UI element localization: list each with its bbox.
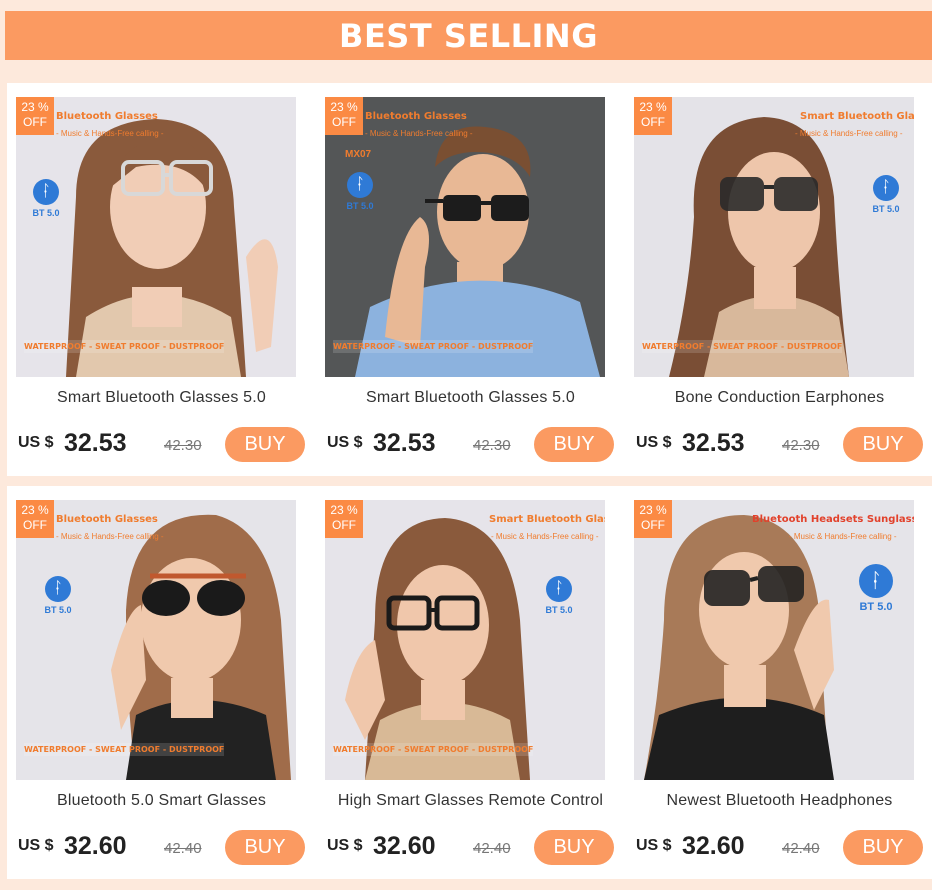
discount-badge: 23 % OFF <box>325 97 363 135</box>
promo-subtitle: - Music & Hands-Free calling - <box>365 129 473 138</box>
price: 32.60 <box>682 832 745 860</box>
model-photo <box>634 97 914 377</box>
price: 32.53 <box>682 429 745 457</box>
features-strip: WATERPROOF - SWEAT PROOF - DUSTPROOF <box>24 340 225 353</box>
product-name[interactable]: Newest Bluetooth Headphones <box>625 792 932 810</box>
model-photo <box>325 500 605 780</box>
price: 32.53 <box>64 429 127 457</box>
buy-button[interactable]: BUY <box>843 427 923 462</box>
product-card[interactable]: 23 % OFF Bluetooth Glasses - Music & Han… <box>7 486 316 879</box>
discount-badge: 23 % OFF <box>325 500 363 538</box>
features-strip: WATERPROOF - SWEAT PROOF - DUSTPROOF <box>24 743 225 756</box>
product-card[interactable]: 23 % OFF Bluetooth Headsets Sunglasses -… <box>625 486 932 879</box>
features-strip: WATERPROOF - SWEAT PROOF - DUSTPROOF <box>642 340 843 353</box>
bluetooth-badge: ᛛ BT 5.0 <box>841 564 911 613</box>
bluetooth-icon: ᛛ <box>33 179 59 205</box>
promo-subtitle: - Music & Hands-Free calling - <box>56 532 164 541</box>
bluetooth-icon: ᛛ <box>546 576 572 602</box>
currency: US $ <box>636 837 672 854</box>
banner-title: BEST SELLING <box>339 16 598 55</box>
bluetooth-badge: ᛛ BT 5.0 <box>22 576 94 615</box>
discount-badge: 23 % OFF <box>16 500 54 538</box>
bluetooth-icon: ᛛ <box>45 576 71 602</box>
original-price: 42.40 <box>164 840 202 857</box>
product-image[interactable]: 23 % OFF Smart Bluetooth Glasses - Music… <box>634 97 914 377</box>
product-card[interactable]: 23 % OFF Smart Bluetooth Glasses - Music… <box>316 486 625 879</box>
model-photo <box>325 97 605 377</box>
price-row: US $ 32.53 42.30 BUY <box>636 427 926 467</box>
original-price: 42.40 <box>473 840 511 857</box>
product-name[interactable]: Smart Bluetooth Glasses 5.0 <box>316 389 625 407</box>
buy-button[interactable]: BUY <box>225 830 305 865</box>
promo-title: Bluetooth Glasses <box>56 111 158 122</box>
promo-title: Smart Bluetooth Glasses <box>800 111 914 122</box>
currency: US $ <box>327 837 363 854</box>
features-strip: WATERPROOF - SWEAT PROOF - DUSTPROOF <box>333 743 534 756</box>
bluetooth-badge: ᛛ BT 5.0 <box>523 576 595 615</box>
product-card[interactable]: 23 % OFF Bluetooth Glasses - Music & Han… <box>7 83 316 476</box>
product-card[interactable]: 23 % OFF Bluetooth Glasses - Music & Han… <box>316 83 625 476</box>
promo-subtitle: - Music & Hands-Free calling - <box>56 129 164 138</box>
buy-button[interactable]: BUY <box>225 427 305 462</box>
price-row: US $ 32.60 42.40 BUY <box>327 830 617 870</box>
product-image[interactable]: 23 % OFF Bluetooth Glasses - Music & Han… <box>325 97 605 377</box>
product-name[interactable]: Smart Bluetooth Glasses 5.0 <box>7 389 316 407</box>
promo-title: Bluetooth Headsets Sunglasses <box>752 514 914 525</box>
original-price: 42.30 <box>782 437 820 454</box>
bluetooth-icon: ᛛ <box>873 175 899 201</box>
product-name[interactable]: Bone Conduction Earphones <box>625 389 932 407</box>
buy-button[interactable]: BUY <box>843 830 923 865</box>
promo-title: Bluetooth Glasses <box>56 514 158 525</box>
features-strip: WATERPROOF - SWEAT PROOF - DUSTPROOF <box>333 340 534 353</box>
bluetooth-badge: ᛛ BT 5.0 <box>325 172 396 211</box>
currency: US $ <box>18 837 54 854</box>
bluetooth-badge: ᛛ BT 5.0 <box>850 175 914 214</box>
price-row: US $ 32.60 42.40 BUY <box>18 830 308 870</box>
product-name[interactable]: High Smart Glasses Remote Control <box>316 792 625 810</box>
product-name[interactable]: Bluetooth 5.0 Smart Glasses <box>7 792 316 810</box>
model-photo <box>16 97 296 377</box>
product-image[interactable]: 23 % OFF Bluetooth Glasses - Music & Han… <box>16 500 296 780</box>
promo-title: Bluetooth Glasses <box>365 111 467 122</box>
original-price: 42.30 <box>473 437 511 454</box>
best-selling-banner: BEST SELLING <box>5 11 932 60</box>
price: 32.60 <box>64 832 127 860</box>
discount-badge: 23 % OFF <box>16 97 54 135</box>
original-price: 42.30 <box>164 437 202 454</box>
product-card[interactable]: 23 % OFF Smart Bluetooth Glasses - Music… <box>625 83 932 476</box>
model-number: MX07 <box>345 149 372 160</box>
bluetooth-icon: ᛛ <box>347 172 373 198</box>
buy-button[interactable]: BUY <box>534 830 614 865</box>
price: 32.60 <box>373 832 436 860</box>
product-image[interactable]: 23 % OFF Smart Bluetooth Glasses - Music… <box>325 500 605 780</box>
currency: US $ <box>636 434 672 451</box>
product-image[interactable]: 23 % OFF Bluetooth Headsets Sunglasses -… <box>634 500 914 780</box>
bluetooth-icon: ᛛ <box>859 564 893 598</box>
promo-subtitle: - Music & Hands-Free calling - <box>491 532 599 541</box>
price-row: US $ 32.60 42.40 BUY <box>636 830 926 870</box>
currency: US $ <box>18 434 54 451</box>
promo-subtitle: - Music & Hands-Free calling - <box>789 532 897 541</box>
promo-subtitle: - Music & Hands-Free calling - <box>795 129 903 138</box>
discount-badge: 23 % OFF <box>634 97 672 135</box>
model-photo <box>16 500 296 780</box>
product-image[interactable]: 23 % OFF Bluetooth Glasses - Music & Han… <box>16 97 296 377</box>
price: 32.53 <box>373 429 436 457</box>
price-row: US $ 32.53 42.30 BUY <box>18 427 308 467</box>
currency: US $ <box>327 434 363 451</box>
promo-title: Smart Bluetooth Glasses <box>489 514 605 525</box>
original-price: 42.40 <box>782 840 820 857</box>
bluetooth-badge: ᛛ BT 5.0 <box>16 179 82 218</box>
model-photo <box>634 500 914 780</box>
discount-badge: 23 % OFF <box>634 500 672 538</box>
buy-button[interactable]: BUY <box>534 427 614 462</box>
price-row: US $ 32.53 42.30 BUY <box>327 427 617 467</box>
